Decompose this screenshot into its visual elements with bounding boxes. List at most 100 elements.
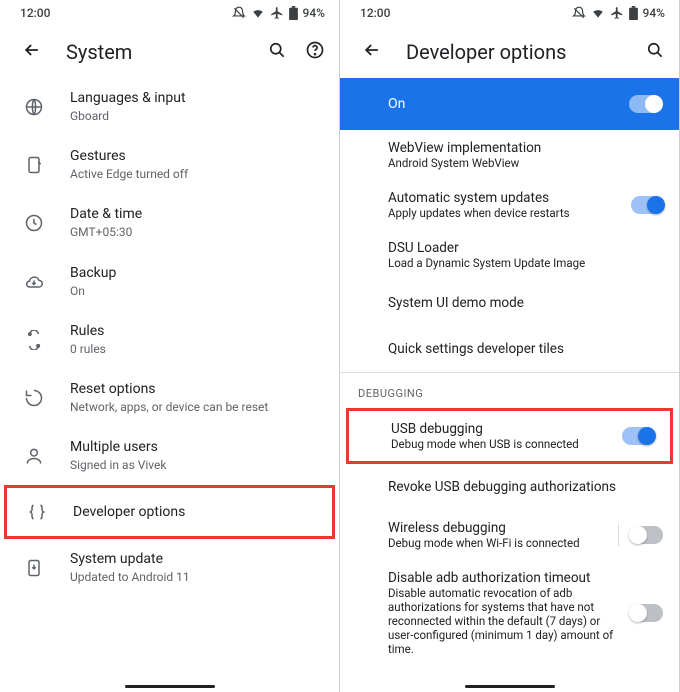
row-title: Languages & input (70, 90, 321, 106)
row-subtitle: Disable automatic revocation of adb auth… (388, 586, 621, 656)
page-title: System (66, 40, 243, 64)
master-toggle-label: On (388, 96, 629, 112)
row-subtitle: On (70, 283, 321, 299)
row-title: Revoke USB debugging authorizations (388, 479, 653, 495)
battery-pct: 94% (303, 6, 325, 20)
settings-row-globe[interactable]: Languages & input Gboard (0, 78, 339, 136)
settings-row-rules[interactable]: Rules 0 rules (0, 311, 339, 369)
cloud-icon (22, 270, 46, 294)
help-button[interactable] (305, 40, 325, 64)
dev-row-automatic-system-updates[interactable]: Automatic system updatesApply updates wh… (340, 180, 679, 230)
divider (618, 524, 619, 546)
dev-options-list-top: WebView implementationAndroid System Web… (340, 130, 679, 372)
row-subtitle: Signed in as Vivek (70, 457, 321, 473)
row-title: DSU Loader (388, 240, 653, 256)
row-subtitle: 0 rules (70, 341, 321, 357)
row-title: Reset options (70, 381, 321, 397)
battery-pct: 94% (643, 6, 665, 20)
row-subtitle: Updated to Android 11 (70, 569, 321, 585)
settings-row-update[interactable]: System update Updated to Android 11 (0, 539, 339, 597)
phone-system: 12:00 94% System Languages & input Gboard… (0, 0, 340, 692)
row-subtitle: Debug mode when Wi-Fi is connected (388, 536, 608, 550)
globe-icon (22, 95, 46, 119)
airplane-icon (610, 6, 624, 20)
reset-icon (22, 386, 46, 410)
row-title: WebView implementation (388, 140, 653, 156)
dev-options-list-debugging: USB debuggingDebug mode when USB is conn… (340, 408, 679, 666)
row-title: Wireless debugging (388, 520, 608, 536)
phone-developer-options: 12:00 94% Developer options On WebView i… (340, 0, 680, 692)
row-subtitle: Android System WebView (388, 156, 653, 170)
row-subtitle: GMT+05:30 (70, 224, 321, 240)
dev-row-usb-debugging[interactable]: USB debuggingDebug mode when USB is conn… (346, 408, 673, 464)
dev-row-revoke-usb-debugging-authorizations[interactable]: Revoke USB debugging authorizations (340, 464, 679, 510)
back-button[interactable] (362, 40, 382, 64)
settings-row-gesture[interactable]: Gestures Active Edge turned off (0, 136, 339, 194)
toggle-switch[interactable] (631, 604, 663, 622)
dnd-icon (572, 6, 586, 20)
nav-handle[interactable] (465, 685, 555, 688)
row-subtitle: Load a Dynamic System Update Image (388, 256, 653, 270)
row-subtitle: Apply updates when device restarts (388, 206, 621, 220)
dev-row-disable-adb-authorization-timeout[interactable]: Disable adb authorization timeoutDisable… (340, 560, 679, 666)
row-subtitle: Active Edge turned off (70, 166, 321, 182)
status-time: 12:00 (20, 6, 50, 20)
row-title: Automatic system updates (388, 190, 621, 206)
gesture-icon (22, 153, 46, 177)
dev-row-webview-implementation[interactable]: WebView implementationAndroid System Web… (340, 130, 679, 180)
app-bar: System (0, 26, 339, 78)
toggle-switch[interactable] (629, 95, 661, 113)
nav-handle[interactable] (125, 685, 215, 688)
row-subtitle: Network, apps, or device can be reset (70, 399, 321, 415)
back-button[interactable] (22, 40, 42, 64)
update-icon (22, 556, 46, 580)
toggle-switch[interactable] (631, 526, 663, 544)
search-button[interactable] (645, 40, 665, 64)
battery-icon (629, 6, 638, 20)
row-title: Date & time (70, 206, 321, 222)
status-icons: 94% (232, 6, 325, 20)
users-icon (22, 444, 46, 468)
row-title: Disable adb authorization timeout (388, 570, 621, 586)
settings-row-reset[interactable]: Reset options Network, apps, or device ca… (0, 369, 339, 427)
row-title: System UI demo mode (388, 295, 653, 311)
airplane-icon (270, 6, 284, 20)
wifi-icon (251, 6, 265, 20)
braces-icon (25, 500, 49, 524)
dnd-icon (232, 6, 246, 20)
dev-row-system-ui-demo-mode[interactable]: System UI demo mode (340, 280, 679, 326)
section-header-debugging: DEBUGGING (340, 373, 679, 408)
row-subtitle: Gboard (70, 108, 321, 124)
toggle-switch[interactable] (622, 427, 654, 445)
settings-row-braces[interactable]: Developer options (4, 485, 335, 539)
row-title: Backup (70, 265, 321, 281)
row-title: Developer options (73, 504, 314, 520)
dev-row-dsu-loader[interactable]: DSU LoaderLoad a Dynamic System Update I… (340, 230, 679, 280)
settings-row-clock[interactable]: Date & time GMT+05:30 (0, 194, 339, 252)
dev-row-wireless-debugging[interactable]: Wireless debuggingDebug mode when Wi-Fi … (340, 510, 679, 560)
battery-icon (289, 6, 298, 20)
rules-icon (22, 328, 46, 352)
status-time: 12:00 (360, 6, 390, 20)
developer-options-master-toggle[interactable]: On (340, 78, 679, 130)
settings-row-users[interactable]: Multiple users Signed in as Vivek (0, 427, 339, 485)
row-title: Rules (70, 323, 321, 339)
row-title: USB debugging (391, 421, 612, 437)
status-icons: 94% (572, 6, 665, 20)
app-bar: Developer options (340, 26, 679, 78)
toggle-switch[interactable] (631, 196, 663, 214)
wifi-icon (591, 6, 605, 20)
status-bar: 12:00 94% (340, 0, 679, 26)
settings-row-cloud[interactable]: Backup On (0, 253, 339, 311)
page-title: Developer options (406, 40, 621, 64)
dev-row-quick-settings-developer-tiles[interactable]: Quick settings developer tiles (340, 326, 679, 372)
settings-list: Languages & input Gboard Gestures Active Ed… (0, 78, 339, 598)
row-subtitle: Debug mode when USB is connected (391, 437, 612, 451)
row-title: Gestures (70, 148, 321, 164)
search-button[interactable] (267, 40, 287, 64)
row-title: Multiple users (70, 439, 321, 455)
row-title: Quick settings developer tiles (388, 341, 653, 357)
row-title: System update (70, 551, 321, 567)
clock-icon (22, 211, 46, 235)
status-bar: 12:00 94% (0, 0, 339, 26)
